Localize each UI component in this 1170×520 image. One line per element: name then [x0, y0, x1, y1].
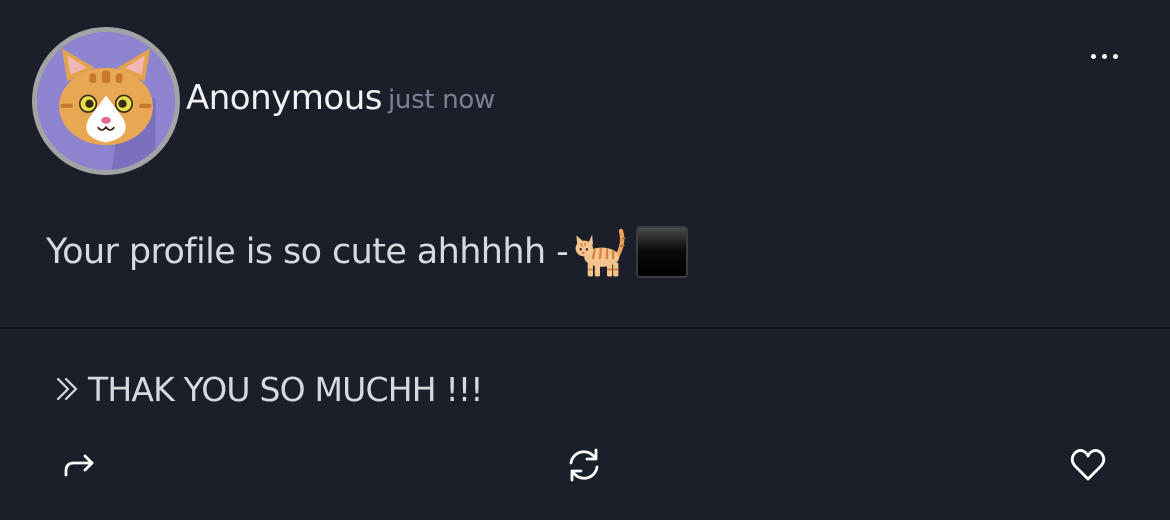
more-options-dot — [1101, 53, 1107, 59]
message-body: Your profile is so cute ahhhhh - — [46, 226, 689, 278]
message-card: Anonymous just now Your profile is so cu… — [0, 0, 1170, 520]
avatar[interactable] — [32, 27, 180, 175]
divider — [0, 327, 1170, 329]
double-chevron-right-icon — [56, 377, 78, 401]
more-options-icon — [1090, 53, 1096, 59]
like-button[interactable] — [1066, 443, 1110, 487]
share-arrow-icon — [64, 454, 94, 477]
more-options-dot — [1112, 53, 1118, 59]
cat-avatar-icon — [37, 32, 175, 170]
more-options-button[interactable] — [1080, 42, 1128, 70]
post-timestamp: just now — [388, 85, 495, 115]
cat-emoji — [575, 228, 626, 277]
author-name[interactable]: Anonymous — [186, 78, 382, 118]
heart-icon — [1070, 449, 1106, 481]
refresh-button[interactable] — [562, 443, 606, 487]
refresh-icon — [569, 448, 599, 482]
reply-text: THAK YOU SO MUCHH !!! — [88, 369, 484, 409]
message-text: Your profile is so cute ahhhhh - — [46, 232, 569, 272]
black-square-emoji — [636, 226, 689, 278]
share-button[interactable] — [58, 443, 102, 487]
reply: THAK YOU SO MUCHH !!! — [52, 366, 484, 412]
